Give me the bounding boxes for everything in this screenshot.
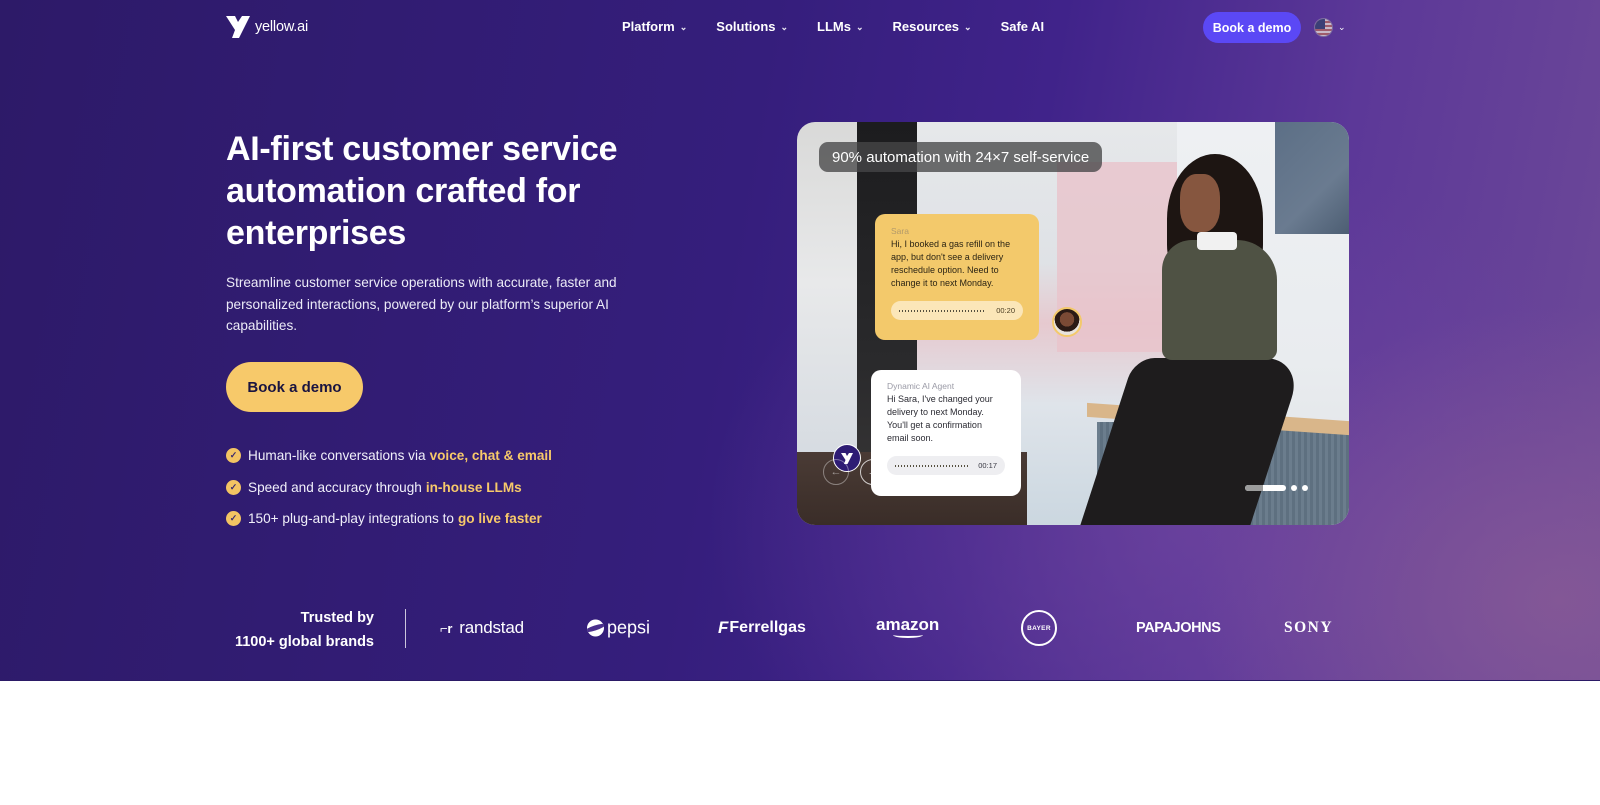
check-circle-icon: ✓ <box>226 479 241 495</box>
audio-duration: 00:20 <box>996 306 1015 315</box>
feature-item: ✓ Speed and accuracy through in-house LL… <box>226 472 552 504</box>
logo-text: yellow.ai <box>255 19 309 35</box>
photo-person <box>1162 240 1277 360</box>
hero-media-carousel: 90% automation with 24×7 self-service Sa… <box>797 122 1349 525</box>
chevron-down-icon: ⌄ <box>964 22 972 32</box>
chevron-down-icon: ⌄ <box>679 22 688 32</box>
brand-logo-ferrellgas: F Ferrellgas <box>718 618 806 638</box>
photo-person <box>1197 232 1237 250</box>
carousel-indicator[interactable] <box>1291 485 1297 491</box>
brand-logo-sony: SONY <box>1284 619 1333 637</box>
nav-links: Platform ⌄ Solutions ⌄ LLMs ⌄ Resources … <box>622 19 1073 34</box>
check-circle-icon: ✓ <box>226 511 241 527</box>
carousel-next-button[interactable]: → <box>860 459 886 485</box>
nav-item-label: Platform <box>622 19 675 34</box>
chevron-down-icon: ⌄ <box>856 22 864 32</box>
carousel-indicators <box>1245 485 1308 491</box>
nav-item-label: LLMs <box>817 19 851 34</box>
voice-message-player[interactable]: 00:17 <box>887 456 1005 475</box>
nav-item-solutions[interactable]: Solutions ⌄ <box>716 19 788 34</box>
yellow-ai-logo-icon <box>226 16 250 38</box>
trusted-by-label: Trusted by 1100+ global brands <box>226 606 374 654</box>
automation-banner: 90% automation with 24×7 self-service <box>819 142 1103 172</box>
trusted-line-1: Trusted by <box>300 610 374 626</box>
brand-name: pepsi <box>607 617 651 638</box>
feature-highlight: voice, chat & email <box>429 448 552 464</box>
brand-logo-pepsi: pepsi <box>587 618 650 639</box>
message-text: Hi, I booked a gas refill on the app, bu… <box>891 239 1011 288</box>
nav-item-llms[interactable]: LLMs ⌄ <box>817 19 864 34</box>
carousel-indicator[interactable] <box>1302 485 1308 491</box>
nav-item-label: Safe AI <box>1000 19 1045 34</box>
agent-chat-bubble: Dynamic AI Agent Hi Sara, I've changed y… <box>871 370 1021 496</box>
divider <box>405 609 406 648</box>
feature-highlight: go live faster <box>457 511 542 527</box>
feature-highlight: in-house LLMs <box>425 479 522 495</box>
voice-message-player[interactable]: 00:20 <box>891 301 1023 320</box>
feature-list: ✓ Human-like conversations via voice, ch… <box>226 440 552 535</box>
check-circle-icon: ✓ <box>226 448 241 464</box>
nav-item-resources[interactable]: Resources ⌄ <box>893 19 972 34</box>
brand-name: SONY <box>1284 619 1334 636</box>
sender-name: Sara <box>891 226 909 236</box>
photo-person <box>1180 174 1220 232</box>
feature-text: Speed and accuracy through <box>248 479 422 495</box>
photo-bg <box>1275 122 1349 234</box>
brand-name: PAPAJOHNS <box>1136 620 1221 636</box>
hero-book-demo-button[interactable]: Book a demo <box>226 362 363 412</box>
brand-logo-randstad: ⌐r randstad <box>440 618 524 638</box>
arrow-right-icon: → <box>867 466 879 478</box>
brand-logo-papajohns: PAPAJOHNS <box>1136 620 1221 636</box>
nav-item-platform[interactable]: Platform ⌄ <box>622 19 687 34</box>
brand-name: BAYER <box>1027 624 1051 632</box>
nav-item-label: Solutions <box>716 19 776 34</box>
hero-headline: AI-first customer service automation cra… <box>226 130 618 252</box>
waveform-icon <box>895 464 969 467</box>
chevron-down-icon: ⌄ <box>780 22 789 32</box>
brand-name: amazon <box>876 615 940 634</box>
randstad-mark-icon: ⌐r <box>440 620 453 636</box>
arrow-left-icon: ← <box>830 466 842 478</box>
us-flag-icon <box>1314 18 1333 37</box>
carousel-progress-fill <box>1245 485 1264 491</box>
trusted-line-2: 1100+ global brands <box>234 634 374 650</box>
message-text: Hi Sara, I've changed your delivery to n… <box>887 394 993 443</box>
audio-duration: 00:17 <box>978 461 997 470</box>
sender-name: Dynamic AI Agent <box>887 381 955 391</box>
user-avatar <box>1052 307 1082 337</box>
feature-text: Human-like conversations via <box>248 448 426 464</box>
brand-logo-bayer: BAYER <box>1021 610 1057 646</box>
ferrellgas-flame-icon: F <box>718 618 729 637</box>
nav-item-safe-ai[interactable]: Safe AI <box>1001 19 1045 34</box>
user-chat-bubble: Sara Hi, I booked a gas refill on the ap… <box>875 214 1039 340</box>
feature-item: ✓ 150+ plug-and-play integrations to go … <box>226 503 552 535</box>
language-selector[interactable]: ⌄ <box>1314 18 1346 37</box>
top-nav: yellow.ai Platform ⌄ Solutions ⌄ LLMs ⌄ … <box>0 0 1600 56</box>
nav-book-demo-button[interactable]: Book a demo <box>1203 12 1301 43</box>
nav-item-label: Resources <box>892 19 960 34</box>
waveform-icon <box>899 309 987 312</box>
hero-section: yellow.ai Platform ⌄ Solutions ⌄ LLMs ⌄ … <box>0 0 1600 681</box>
pepsi-globe-icon <box>587 619 604 637</box>
brand-logo-amazon: amazon <box>876 615 940 638</box>
feature-item: ✓ Human-like conversations via voice, ch… <box>226 440 552 472</box>
feature-text: 150+ plug-and-play integrations to <box>248 511 454 527</box>
logo[interactable]: yellow.ai <box>226 16 308 38</box>
amazon-smile-icon <box>892 632 923 638</box>
carousel-prev-button[interactable]: ← <box>823 459 849 485</box>
chevron-down-icon: ⌄ <box>1338 22 1346 32</box>
carousel-indicator-active[interactable] <box>1245 485 1286 491</box>
hero-subtext: Streamline customer service operations w… <box>226 275 617 333</box>
brand-name: randstad <box>459 618 524 637</box>
brand-name: Ferrellgas <box>729 619 806 636</box>
